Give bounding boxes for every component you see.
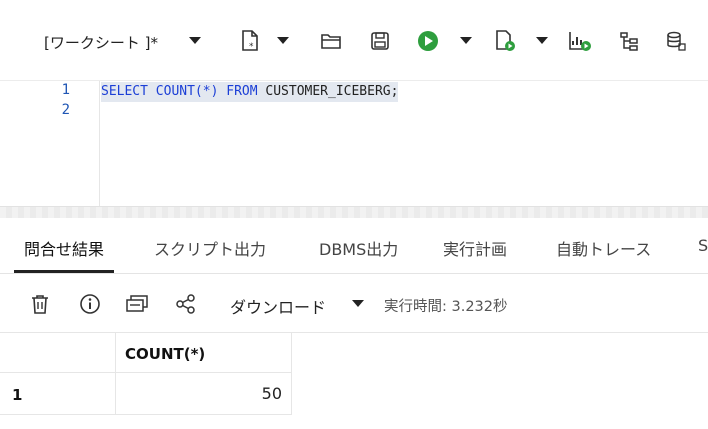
active-tab-indicator	[14, 270, 114, 273]
sql-function: COUNT(*)	[155, 84, 219, 99]
tab-script-output[interactable]: スクリプト出力	[154, 236, 266, 260]
download-dropdown-icon[interactable]	[352, 299, 364, 309]
new-file-dropdown-icon[interactable]	[277, 36, 289, 46]
download-button[interactable]: ダウンロード	[230, 294, 326, 318]
line-number: 2	[61, 102, 70, 118]
panel-splitter[interactable]	[0, 206, 708, 218]
line-number: 1	[61, 82, 70, 98]
new-file-icon[interactable]: *	[238, 29, 262, 53]
tab-query-result[interactable]: 問合せ結果	[24, 236, 104, 260]
worksheet-dropdown-icon[interactable]	[188, 36, 202, 46]
tab-overflow[interactable]: S	[698, 236, 708, 255]
tab-dbms-output[interactable]: DBMS出力	[319, 236, 398, 260]
autotrace-icon[interactable]	[617, 29, 641, 53]
column-header-label: COUNT(*)	[125, 345, 206, 363]
grid-corner-cell	[0, 333, 116, 373]
tab-explain-plan[interactable]: 実行計画	[443, 236, 507, 260]
sql-keyword: SELECT	[101, 84, 148, 99]
delete-icon[interactable]	[28, 292, 52, 316]
open-folder-icon[interactable]	[319, 29, 343, 53]
sql-editor[interactable]: 1 2 SELECT COUNT(*) FROM CUSTOMER_ICEBER…	[0, 80, 708, 207]
worksheet-label: [ワークシート ]*	[44, 33, 158, 52]
info-icon[interactable]	[78, 292, 102, 316]
sql-identifier: CUSTOMER_ICEBERG;	[257, 84, 399, 99]
sql-keyword: FROM	[226, 84, 258, 99]
tab-autotrace[interactable]: 自動トレース	[556, 236, 651, 260]
explain-plan-icon[interactable]	[568, 29, 592, 53]
row-number: 1	[12, 386, 23, 404]
run-script-dropdown-icon[interactable]	[536, 36, 548, 46]
result-tabs: 問合せ結果 スクリプト出力 DBMS出力 実行計画 自動トレース S	[0, 218, 708, 274]
share-icon[interactable]	[174, 292, 198, 316]
line-number-gutter: 1 2	[0, 81, 100, 207]
cell-value: 50	[261, 384, 282, 403]
results-toolbar: ダウンロード 実行時間: 3.232秒	[0, 274, 708, 332]
run-dropdown-icon[interactable]	[460, 36, 472, 46]
single-record-view-icon[interactable]	[125, 292, 149, 316]
code-line[interactable]: SELECT COUNT(*) FROM CUSTOMER_ICEBERG;	[101, 82, 399, 102]
save-icon[interactable]	[368, 29, 392, 53]
execution-time: 実行時間: 3.232秒	[384, 299, 508, 315]
svg-text:*: *	[249, 42, 254, 52]
result-grid: COUNT(*) 1 50	[0, 332, 708, 429]
worksheet-toolbar: [ワークシート ]* *	[0, 0, 708, 80]
run-statement-icon[interactable]	[416, 29, 440, 53]
database-actions-icon[interactable]	[664, 29, 688, 53]
run-script-icon[interactable]	[493, 29, 517, 53]
worksheet-selector[interactable]: [ワークシート ]*	[44, 29, 158, 55]
